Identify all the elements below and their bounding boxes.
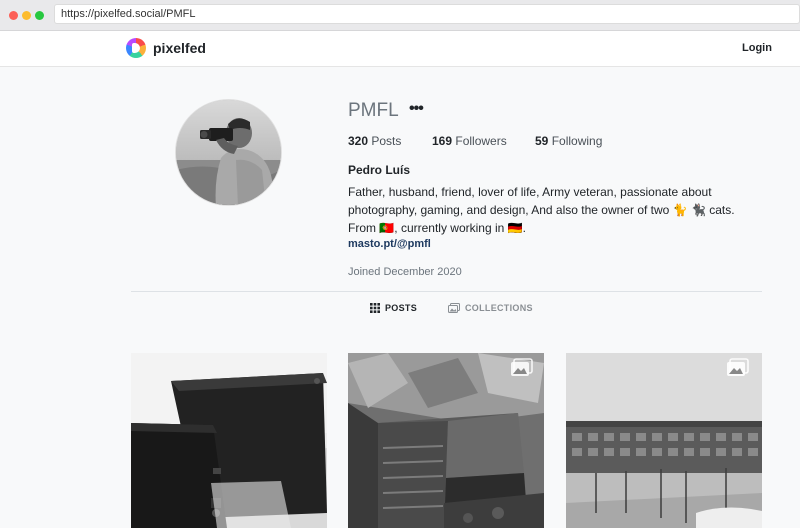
brand-name[interactable]: pixelfed bbox=[153, 40, 206, 56]
game-console-photo bbox=[131, 353, 327, 528]
tab-collections-label: COLLECTIONS bbox=[465, 303, 533, 313]
address-bar-url: https://pixelfed.social/PMFL bbox=[61, 8, 196, 20]
profile-bio: Father, husband, friend, lover of life, … bbox=[348, 185, 735, 235]
profile-divider bbox=[131, 291, 762, 292]
avatar bbox=[175, 99, 282, 206]
pixelfed-logo-icon[interactable] bbox=[126, 38, 146, 58]
posts-count: 320 bbox=[348, 134, 369, 148]
profile-username: PMFL bbox=[348, 100, 399, 121]
window-maximize-button[interactable] bbox=[35, 11, 44, 20]
followers-stat[interactable]: 169 Followers bbox=[432, 134, 507, 148]
more-options-button[interactable]: ••• bbox=[409, 100, 424, 118]
following-count: 59 bbox=[535, 134, 549, 148]
site-navbar: pixelfed Login bbox=[0, 31, 800, 67]
followers-label: Followers bbox=[455, 134, 507, 148]
window-minimize-button[interactable] bbox=[22, 11, 31, 20]
profile-website-link[interactable]: masto.pt/@pmfl bbox=[348, 238, 431, 250]
stairs-photo bbox=[348, 353, 544, 528]
tab-posts[interactable]: POSTS bbox=[370, 303, 417, 313]
browser-toolbar: https://pixelfed.social/PMFL bbox=[0, 0, 800, 31]
posts-label: Posts bbox=[371, 134, 402, 148]
joined-date: Joined December 2020 bbox=[348, 266, 462, 278]
login-link[interactable]: Login bbox=[742, 42, 772, 54]
post-thumbnail[interactable] bbox=[131, 353, 327, 528]
tab-posts-label: POSTS bbox=[385, 303, 418, 313]
grid-icon bbox=[370, 303, 380, 313]
post-thumbnail[interactable] bbox=[566, 353, 762, 528]
avatar-photographer-image bbox=[176, 100, 281, 205]
building-photo bbox=[566, 353, 762, 528]
post-thumbnail[interactable] bbox=[348, 353, 544, 528]
posts-count-stat: 320 Posts bbox=[348, 134, 401, 148]
address-bar[interactable]: https://pixelfed.social/PMFL bbox=[54, 4, 800, 24]
followers-count: 169 bbox=[432, 134, 453, 148]
window-close-button[interactable] bbox=[9, 11, 18, 20]
following-stat[interactable]: 59 Following bbox=[535, 134, 602, 148]
tab-collections[interactable]: COLLECTIONS bbox=[448, 303, 533, 313]
collections-icon bbox=[448, 303, 460, 313]
following-label: Following bbox=[551, 134, 603, 148]
profile-display-name: Pedro Luís bbox=[348, 163, 411, 177]
